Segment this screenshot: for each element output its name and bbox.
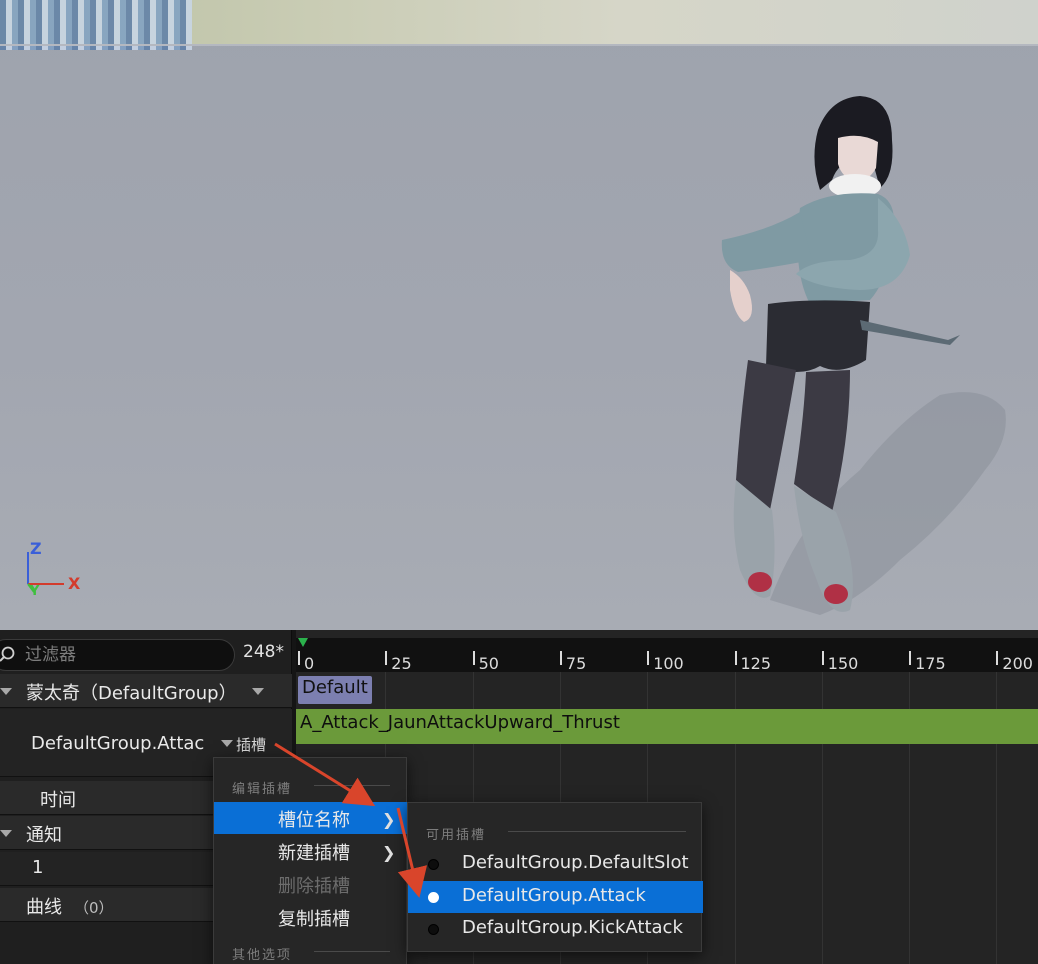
3d-viewport[interactable]: Z X Y xyxy=(0,0,1038,630)
ruler-tick xyxy=(821,651,824,665)
ruler-tick-label: 175 xyxy=(915,654,946,673)
ruler-tick xyxy=(647,651,650,665)
available-slots-submenu: 可用插槽 DefaultGroup.DefaultSlot DefaultGro… xyxy=(407,802,703,952)
collapse-arrow-icon[interactable] xyxy=(0,688,12,695)
axis-label-z: Z xyxy=(30,539,42,558)
slot-option-defaultslot[interactable]: DefaultGroup.DefaultSlot xyxy=(408,848,703,880)
radio-dot-icon xyxy=(428,924,439,935)
axis-label-x: X xyxy=(68,574,81,593)
ruler-tick xyxy=(385,651,388,665)
slot-option-kickattack[interactable]: DefaultGroup.KickAttack xyxy=(408,913,703,945)
search-icon xyxy=(0,646,15,662)
collapse-arrow-icon[interactable] xyxy=(0,830,12,837)
montage-track-label: 蒙太奇（DefaultGroup） xyxy=(26,683,237,704)
slot-option-attack[interactable]: DefaultGroup.Attack xyxy=(408,881,703,913)
slot-context-menu: 编辑插槽 槽位名称 ❯ 新建插槽 ❯ 删除插槽 复制插槽 其他选项 xyxy=(213,757,408,964)
curves-count: （0） xyxy=(74,899,114,917)
menu-item-label: 复制插槽 xyxy=(278,909,350,930)
ruler-tick-label: 150 xyxy=(827,654,859,673)
menu-item-slot-name[interactable]: 槽位名称 ❯ xyxy=(214,802,408,834)
menu-separator xyxy=(508,831,686,832)
ruler-tick-label: 50 xyxy=(478,654,499,673)
ruler-tick-label: 125 xyxy=(740,654,772,673)
time-track-label: 时间 xyxy=(40,790,76,811)
submenu-section-label: 可用插槽 xyxy=(426,828,487,843)
menu-item-new-slot[interactable]: 新建插槽 ❯ xyxy=(214,835,408,867)
menu-section-edit-slot: 编辑插槽 xyxy=(232,782,293,797)
ruler-tick xyxy=(472,651,475,665)
menu-item-label: 删除插槽 xyxy=(278,876,350,897)
menu-item-delete-slot: 删除插槽 xyxy=(214,868,408,900)
ruler-tick-label: 100 xyxy=(653,654,684,673)
ruler-tick-label: 75 xyxy=(565,654,587,673)
menu-separator xyxy=(314,951,390,952)
filter-search-box[interactable] xyxy=(0,639,235,671)
ruler-tick xyxy=(298,651,300,665)
chevron-right-icon: ❯ xyxy=(382,810,396,829)
section-tag-default[interactable]: Default xyxy=(298,676,372,704)
ruler-tick xyxy=(909,651,912,665)
montage-dropdown-icon[interactable] xyxy=(252,688,264,695)
radio-dot-selected-icon xyxy=(428,892,439,903)
slot-option-label: DefaultGroup.KickAttack xyxy=(462,917,683,938)
filter-input[interactable] xyxy=(25,644,215,666)
slot-button[interactable]: 插槽 xyxy=(236,734,266,755)
notify-track-label: 通知 xyxy=(26,825,62,846)
menu-item-label: 槽位名称 xyxy=(278,810,350,831)
slot-track-label: DefaultGroup.Attac xyxy=(31,733,205,754)
ruler-tick xyxy=(996,651,999,665)
menu-section-other: 其他选项 xyxy=(232,948,293,963)
track-montage[interactable]: 蒙太奇（DefaultGroup） xyxy=(0,674,292,708)
notify-track-number: 1 xyxy=(32,857,44,878)
slot-option-label: DefaultGroup.DefaultSlot xyxy=(462,852,689,873)
frame-count: 248* xyxy=(243,642,284,662)
curves-track-label: 曲线 xyxy=(26,897,62,918)
menu-separator xyxy=(314,785,390,786)
menu-item-label: 新建插槽 xyxy=(278,843,350,864)
axis-label-y: Y xyxy=(30,584,40,599)
ruler-tick-label: 0 xyxy=(304,654,315,673)
anim-segment-bar[interactable]: A_Attack_JaunAttackUpward_Thrust xyxy=(296,709,1038,744)
ruler-tick-label: 200 xyxy=(1002,654,1033,673)
ruler-tick xyxy=(734,651,737,665)
radio-dot-icon xyxy=(428,859,439,870)
chevron-right-icon: ❯ xyxy=(382,843,396,862)
slot-dropdown-icon xyxy=(221,740,233,747)
menu-item-duplicate-slot[interactable]: 复制插槽 xyxy=(214,901,408,933)
anim-segment-label: A_Attack_JaunAttackUpward_Thrust xyxy=(300,712,620,733)
character-model[interactable] xyxy=(700,90,1000,630)
playhead-marker[interactable] xyxy=(298,638,308,647)
ruler-tick xyxy=(559,651,562,665)
slot-option-label: DefaultGroup.Attack xyxy=(462,885,646,906)
ruler-tick-label: 25 xyxy=(391,654,412,673)
